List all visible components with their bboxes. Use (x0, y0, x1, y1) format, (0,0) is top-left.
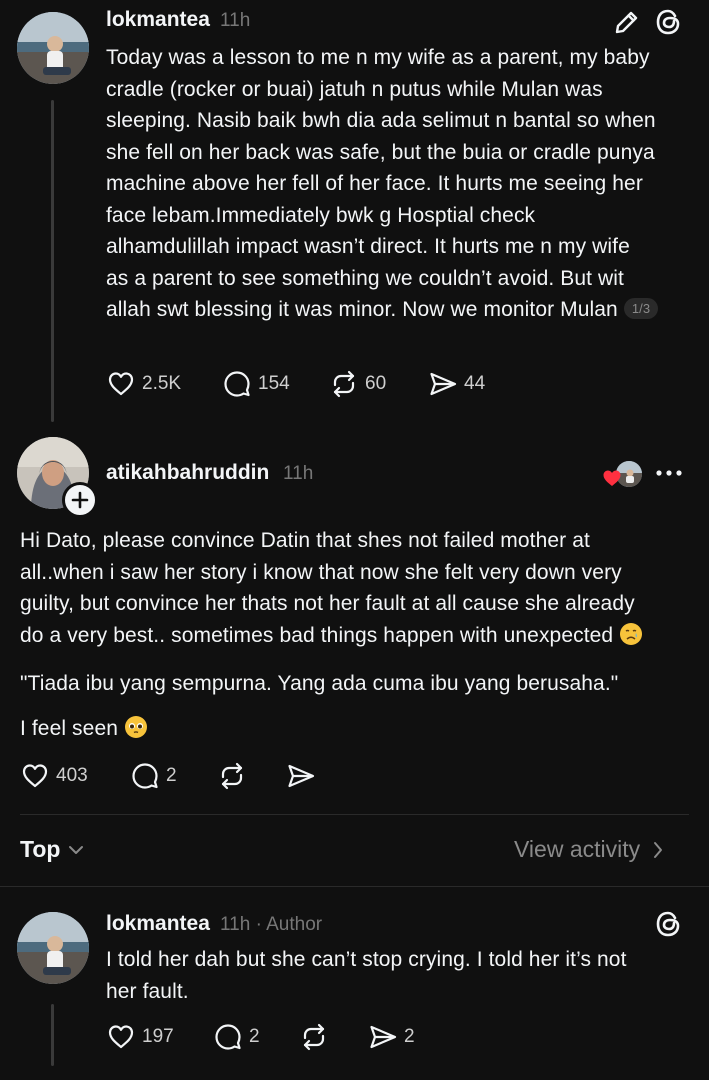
like-count: 2.5K (142, 373, 182, 394)
reply-quote: "Tiada ibu yang sempurna. Yang ada cuma … (20, 672, 619, 695)
repost-icon (333, 370, 355, 398)
like-button[interactable]: 403 (20, 760, 88, 792)
like-button[interactable]: 197 (106, 1021, 174, 1053)
repost-button[interactable] (299, 1021, 329, 1053)
reply-count: 2 (166, 765, 177, 786)
post-line: she fell on her back was safe, but the b… (106, 140, 655, 164)
repost-count: 60 (365, 373, 387, 394)
author-tag: · Author (255, 914, 323, 935)
post-line: allah swt blessing it was minor. Now we … (106, 298, 618, 321)
sort-label: Top (20, 836, 61, 862)
view-activity-label: View activity (514, 836, 641, 862)
comment-icon (132, 763, 158, 789)
reply-button[interactable]: 154 (222, 368, 290, 400)
sort-dropdown[interactable]: Top (20, 836, 84, 863)
reply2-username[interactable]: lokmantea (106, 912, 210, 936)
heart-icon (22, 764, 48, 788)
share-button[interactable] (286, 760, 316, 792)
share-button[interactable]: 2 (368, 1021, 415, 1053)
reply2-line: I told her dah but she can’t stop crying… (106, 948, 627, 971)
reply2-time-value: 11h (220, 914, 251, 935)
post-line: cradle (rocker or buai) jatuh n putus wh… (106, 77, 603, 101)
reply-count: 2 (249, 1026, 260, 1047)
send-icon (430, 372, 457, 396)
share-count: 2 (404, 1026, 415, 1047)
reply-button[interactable]: 2 (130, 760, 177, 792)
reply2-line: her fault. (106, 979, 189, 1003)
reply-seen-line: I feel seen (20, 713, 148, 745)
chevron-down-icon (69, 845, 84, 854)
reply2-body: I told her dah but she can’t stop crying… (106, 944, 696, 1007)
heart-icon (108, 372, 134, 396)
post-last-line: allah swt blessing it was minor. Now we … (106, 294, 696, 326)
post-line: Today was a lesson to me n my wife as a … (106, 46, 650, 69)
threads-logo-icon[interactable] (653, 7, 683, 42)
reply-count: 154 (258, 373, 290, 394)
avatar[interactable] (17, 12, 89, 84)
send-icon (288, 764, 315, 788)
repost-button[interactable] (217, 760, 247, 792)
post-line: sleeping. Nasib baik bwh dia ada selimut… (106, 109, 656, 132)
pencil-icon[interactable] (613, 8, 641, 41)
post-time: 11h (220, 10, 251, 31)
repost-button[interactable]: 60 (329, 368, 386, 400)
more-icon[interactable] (655, 466, 683, 484)
post-line: as a parent to see something we couldn’t… (106, 266, 624, 290)
reply-time: 11h (283, 463, 314, 484)
crying-face-emoji-icon (620, 622, 643, 645)
like-button[interactable]: 2.5K (106, 368, 181, 400)
reply-line: Hi Dato, please convince Datin that shes… (20, 529, 590, 552)
heart-icon (108, 1025, 134, 1049)
heart-icon (603, 470, 621, 486)
avatar[interactable] (17, 912, 89, 984)
post-line: machine above her fell of her face. It h… (106, 172, 643, 195)
chevron-right-icon (654, 841, 663, 858)
thread-line (51, 100, 54, 422)
post-line: alhamdulillah impact wasn’t direct. It h… (106, 235, 630, 258)
reply-username[interactable]: atikahbahruddin (106, 461, 269, 485)
reply-seen-text: I feel seen (20, 717, 118, 740)
liked-by-author-badge (602, 460, 643, 488)
share-count: 44 (464, 373, 486, 394)
send-icon (370, 1025, 397, 1049)
reply-line: guilty, but convince her thats not her f… (20, 592, 635, 615)
like-count: 197 (142, 1026, 174, 1047)
comment-icon (224, 371, 250, 397)
share-button[interactable]: 44 (428, 368, 485, 400)
reply2-time: 11h · Author (220, 914, 322, 936)
comment-icon (215, 1024, 241, 1050)
follow-button[interactable] (62, 482, 98, 518)
pager-badge[interactable]: 1/3 (623, 298, 659, 319)
pleading-face-emoji-icon (124, 716, 147, 738)
plus-icon (71, 491, 89, 509)
reply-button[interactable]: 2 (213, 1021, 260, 1053)
reply-last-line: do a very best.. sometimes bad things ha… (20, 620, 700, 652)
reply-body: Hi Dato, please convince Datin that shes… (20, 525, 700, 651)
post-username[interactable]: lokmantea (106, 8, 210, 32)
repost-icon (221, 762, 243, 790)
reply-line: all..when i saw her story i know that no… (20, 560, 622, 584)
threads-logo-icon[interactable] (653, 909, 683, 944)
view-activity-link[interactable]: View activity (514, 836, 664, 863)
divider (0, 886, 709, 887)
thread-line (51, 1004, 54, 1066)
repost-icon (303, 1023, 325, 1051)
post-body: Today was a lesson to me n my wife as a … (106, 42, 696, 326)
like-count: 403 (56, 765, 88, 786)
post-line: face lebam.Immediately bwk g Hosptial ch… (106, 203, 536, 227)
reply-line: do a very best.. sometimes bad things ha… (20, 623, 614, 647)
divider (20, 814, 689, 815)
